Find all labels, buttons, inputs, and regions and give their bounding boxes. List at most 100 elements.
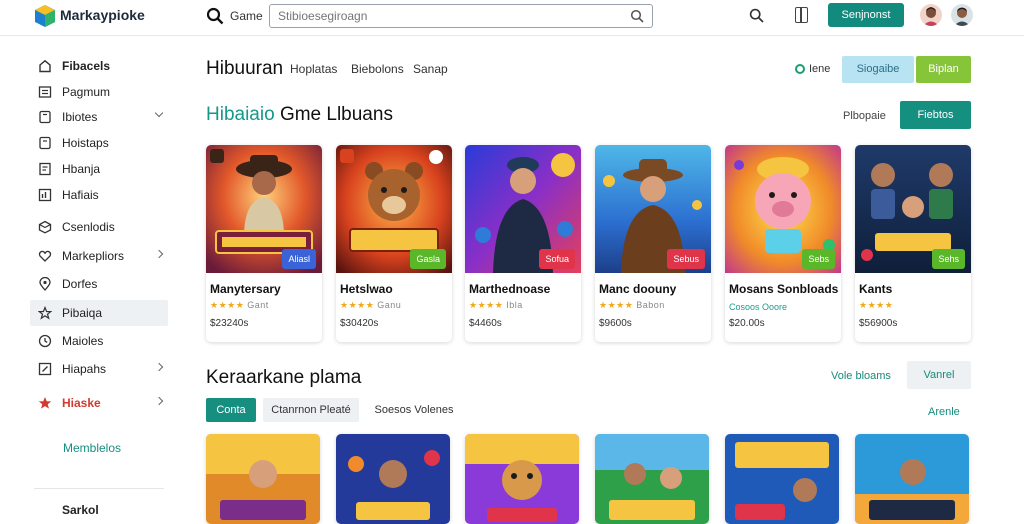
game-card[interactable] <box>725 434 839 524</box>
tab-1[interactable]: Hoplatas <box>290 62 337 76</box>
sidebar-item-label: Csenlodis <box>62 220 115 234</box>
search-icon[interactable] <box>630 9 644 23</box>
game-title: Manytersary <box>210 282 281 296</box>
sidebar-item[interactable]: Pagmum <box>30 79 168 105</box>
status-text: Iene <box>809 63 831 75</box>
rating-stars: ★★★★ Babon <box>599 300 665 310</box>
game-price: $20.00s <box>729 318 765 329</box>
primary-cta-button[interactable]: Senjnonst <box>828 3 904 27</box>
app-logo-text[interactable]: Markaypioke <box>60 7 145 23</box>
game-title: Manc doouny <box>599 282 677 296</box>
location-icon <box>39 277 51 291</box>
card-badge: Gasla <box>410 249 446 269</box>
rating-stars: ★★★★ Ibla <box>469 300 523 310</box>
sidebar-item-label: Ibiotes <box>62 110 98 124</box>
sidebar: Fibacels Pagmum Ibiotes Hoistaps Hbanja … <box>0 37 186 517</box>
sidebar-item-highlight[interactable]: Hiaske <box>30 390 168 416</box>
sidebar-item[interactable]: Markepliors <box>30 243 168 269</box>
filter-chip[interactable]: Ctanrnon Pleaté <box>263 398 359 422</box>
sidebar-item[interactable]: Hbanja <box>30 156 168 182</box>
chevron-down-icon[interactable] <box>154 108 164 118</box>
section-right-link[interactable]: Arenle <box>928 406 960 418</box>
game-card[interactable]: Aliasl Manytersary ★★★★ Gant $23240s <box>206 145 322 342</box>
tab-3[interactable]: Sanap <box>413 62 448 76</box>
search-icon[interactable] <box>206 7 224 25</box>
rating-stars: ★★★★ Gant <box>210 300 269 310</box>
avatar[interactable] <box>920 4 942 26</box>
sidebar-divider <box>34 488 164 489</box>
chevron-right-icon[interactable] <box>154 362 164 372</box>
game-card[interactable]: Sebs Mosans Sonbloads Cosoos Ooore $20.0… <box>725 145 841 342</box>
tag-icon <box>39 136 51 150</box>
sidebar-item[interactable]: Maioles <box>30 328 168 354</box>
game-card[interactable] <box>465 434 579 524</box>
game-art <box>595 434 709 524</box>
sidebar-item-label: Hiapahs <box>62 362 107 376</box>
chart-icon <box>38 188 52 202</box>
game-art <box>336 434 450 524</box>
sidebar-item[interactable]: Hoistaps <box>30 130 168 156</box>
secondary-button[interactable]: Siogaibe <box>842 56 914 83</box>
game-price: $23240s <box>210 318 249 329</box>
tab-2[interactable]: Biebolons <box>351 62 404 76</box>
game-art <box>206 434 320 524</box>
section-link[interactable]: Plbopaie <box>843 110 886 122</box>
game-art <box>725 434 839 524</box>
game-card[interactable] <box>855 434 969 524</box>
game-card[interactable]: Sehs Kants ★★★★ $56900s <box>855 145 971 342</box>
sidebar-item-label: Fibacels <box>62 59 111 73</box>
sidebar-item-home[interactable]: Fibacels <box>30 53 168 79</box>
game-card[interactable] <box>336 434 450 524</box>
game-title: Kants <box>859 282 893 296</box>
card-badge: Sofua <box>539 249 575 269</box>
sidebar-item[interactable]: Hafiais <box>30 182 168 208</box>
game-card[interactable]: Sofua Marthednoase ★★★★ Ibla $4460s <box>465 145 581 342</box>
game-card[interactable]: Gasla Hetslwao ★★★★ Ganu $30420s <box>336 145 452 342</box>
section-title: Keraarkane plama <box>206 367 362 388</box>
sidebar-item-label: Dorfes <box>62 277 98 291</box>
game-card[interactable] <box>595 434 709 524</box>
logo-icon[interactable] <box>34 4 56 28</box>
game-art <box>465 434 579 524</box>
section-title-highlight: Hibaiaio <box>206 104 275 125</box>
search-icon[interactable] <box>749 8 764 23</box>
section-button[interactable]: Fiebtos <box>900 101 971 129</box>
sidebar-item[interactable]: Hiapahs <box>30 356 168 382</box>
filter-chip[interactable]: Soesos Volenes <box>369 398 459 422</box>
games-menu[interactable]: Game <box>230 9 263 23</box>
card-badge: Aliasl <box>282 249 316 269</box>
sidebar-item[interactable]: Dorfes <box>30 271 168 297</box>
game-card[interactable] <box>206 434 320 524</box>
flag-icon <box>38 306 52 320</box>
sidebar-footer-label[interactable]: Sarkol <box>62 503 99 517</box>
chevron-right-icon[interactable] <box>154 396 164 406</box>
chevron-right-icon[interactable] <box>154 249 164 259</box>
game-card[interactable]: Sebus Manc doouny ★★★★ Babon $9600s <box>595 145 711 342</box>
sidebar-item[interactable]: Ibiotes <box>30 104 168 130</box>
sidebar-sub-link[interactable]: Memblelos <box>63 441 121 455</box>
section-link[interactable]: Vole bloams <box>831 370 891 382</box>
plan-button[interactable]: Biplan <box>916 56 971 83</box>
sidebar-item-label: Pibaiqa <box>62 306 103 320</box>
page-title: Hibuuran <box>206 58 284 79</box>
avatar[interactable] <box>951 4 973 26</box>
game-art <box>855 434 969 524</box>
sidebar-item[interactable]: Csenlodis <box>30 214 168 240</box>
status-icon <box>795 64 805 74</box>
filter-chip-active[interactable]: Conta <box>206 398 256 422</box>
search-field[interactable] <box>269 4 653 28</box>
sidebar-item-active[interactable]: Pibaiqa <box>30 300 168 326</box>
search-input[interactable] <box>278 8 618 24</box>
section-button[interactable]: Vanrel <box>907 361 971 389</box>
cube-icon <box>38 220 52 234</box>
rating-stars: ★★★★ <box>859 300 894 310</box>
card-badge: Sebus <box>667 249 705 269</box>
section-title: Hibaiaio Gme Llbuans <box>206 104 393 126</box>
star-icon <box>38 397 52 409</box>
panel-toggle-icon[interactable] <box>795 7 808 23</box>
game-price: $4460s <box>469 318 502 329</box>
sidebar-item-label: Hoistaps <box>62 136 109 150</box>
home-icon <box>39 59 51 73</box>
list-icon <box>38 86 52 98</box>
top-bar: Markaypioke Game Senjnonst <box>0 0 1024 36</box>
